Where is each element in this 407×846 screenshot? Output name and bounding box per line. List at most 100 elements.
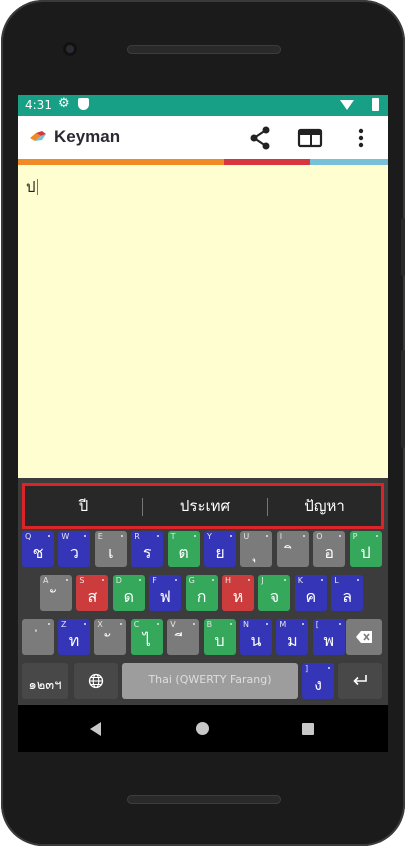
key-hint-label: M — [279, 620, 287, 629]
suggestion-3[interactable]: ปัญหา — [268, 486, 381, 526]
phone-frame: 4:31 ⚙ Keyman ป ปี ประเทศ ปัญหา Q ช W ว … — [1, 0, 405, 846]
keyman-keyboard: ปี ประเทศ ปัญหา QชWวEเRรTตYยUุIิOอPปAัSส… — [18, 478, 388, 705]
key-glyph: ี — [167, 629, 199, 654]
key-P[interactable]: Pป — [349, 531, 382, 567]
wifi-icon — [340, 100, 354, 110]
key-R[interactable]: Rร — [131, 531, 164, 567]
longpress-dot-icon — [328, 667, 330, 669]
space-bar[interactable]: Thai (QWERTY Farang) — [122, 663, 298, 699]
key-U[interactable]: Uุ — [240, 531, 273, 567]
key-W[interactable]: Wว — [58, 531, 91, 567]
key-O[interactable]: Oอ — [313, 531, 346, 567]
key-hint-label: O — [316, 532, 323, 541]
longpress-dot-icon — [138, 579, 141, 581]
key-C[interactable]: Cไ — [130, 619, 163, 655]
key-S[interactable]: Sส — [76, 575, 109, 611]
more-options-icon[interactable] — [347, 124, 375, 152]
power-button — [401, 218, 405, 276]
key-glyph: ั — [94, 629, 126, 654]
key-hint-label: Q — [25, 532, 32, 541]
key-Z[interactable]: Zท — [58, 619, 90, 655]
key-glyph: ล — [342, 587, 353, 606]
key-Q[interactable]: Qช — [22, 531, 54, 567]
app-title: Keyman — [54, 127, 121, 146]
key-E[interactable]: Eเ — [94, 531, 127, 567]
key-T[interactable]: Tต — [167, 531, 200, 567]
key-K[interactable]: Kค — [294, 575, 327, 611]
key-glyph: ป — [360, 543, 371, 562]
text-editor[interactable]: ป — [18, 165, 388, 478]
suggestion-2[interactable]: ประเทศ — [143, 486, 267, 526]
volume-button — [401, 350, 405, 448]
key-glyph: เ — [108, 543, 114, 562]
key-B[interactable]: Bบ — [203, 619, 236, 655]
longpress-dot-icon — [357, 579, 360, 581]
key-V[interactable]: Vี — [167, 619, 200, 655]
longpress-dot-icon — [48, 535, 50, 537]
key-glyph: ่ — [22, 629, 54, 654]
key-hint-label: T — [170, 532, 176, 541]
longpress-dot-icon — [375, 535, 378, 537]
key-hint-label: K — [297, 576, 304, 585]
longpress-dot-icon — [266, 535, 269, 537]
key-F[interactable]: Fฟ — [149, 575, 182, 611]
key-hint-label: [ — [315, 620, 319, 629]
backspace-key[interactable] — [346, 619, 382, 655]
key-hint-label: Z — [61, 620, 67, 629]
key-L[interactable]: Lล — [331, 575, 364, 611]
key-N[interactable]: Nน — [240, 619, 272, 655]
key-Y[interactable]: Yย — [204, 531, 236, 567]
longpress-dot-icon — [193, 535, 196, 537]
key-glyph: ั — [40, 585, 72, 610]
text-cursor — [36, 179, 38, 195]
home-icon[interactable] — [196, 722, 209, 735]
keyboard-window-icon[interactable] — [296, 124, 324, 152]
key-hint-label: J — [261, 576, 264, 585]
key-I[interactable]: Iิ — [276, 531, 309, 567]
key-J[interactable]: Jจ — [258, 575, 291, 611]
key-G[interactable]: Gก — [185, 575, 218, 611]
status-bar: 4:31 ⚙ — [18, 95, 388, 116]
suggestion-1[interactable]: ปี — [25, 486, 142, 526]
key-hint-label: X — [97, 620, 103, 629]
longpress-dot-icon — [157, 535, 160, 537]
longpress-dot-icon — [229, 623, 232, 625]
key-[[interactable]: [พ — [312, 619, 345, 655]
key-][interactable]: ] ง — [302, 663, 334, 699]
longpress-dot-icon — [193, 623, 196, 625]
share-icon[interactable] — [246, 124, 274, 152]
back-icon[interactable] — [90, 722, 101, 736]
globe-key[interactable] — [74, 663, 118, 699]
longpress-dot-icon — [84, 535, 87, 537]
longpress-dot-icon — [284, 579, 287, 581]
longpress-dot-icon — [338, 623, 341, 625]
key-hint-label: U — [243, 532, 250, 541]
key-hint-label: G — [188, 576, 195, 585]
front-camera — [63, 42, 77, 56]
key-A[interactable]: Aั — [40, 575, 72, 611]
key-glyph: ม — [287, 631, 298, 650]
key-hint-label: N — [243, 620, 249, 629]
navigation-bar — [18, 705, 388, 752]
enter-key[interactable] — [338, 663, 382, 699]
key-tone-mark[interactable]: ่ — [22, 619, 54, 655]
numbers-key[interactable]: ๑๒๓ฯ — [22, 663, 68, 699]
key-glyph: ห — [232, 587, 244, 606]
suggestion-bar: ปี ประเทศ ปัญหา — [22, 483, 384, 529]
enter-icon — [353, 675, 367, 686]
key-X[interactable]: Xั — [94, 619, 127, 655]
key-glyph: ิ — [277, 541, 309, 566]
key-glyph: ว — [69, 543, 79, 562]
key-hint-label: ] — [305, 664, 309, 673]
numbers-key-label: ๑๒๓ฯ — [28, 678, 62, 693]
key-M[interactable]: Mม — [276, 619, 309, 655]
longpress-dot-icon — [211, 579, 214, 581]
longpress-dot-icon — [248, 579, 250, 581]
key-glyph: ฟ — [159, 587, 171, 606]
key-glyph: อ — [324, 543, 334, 562]
longpress-dot-icon — [156, 623, 159, 625]
recent-apps-icon[interactable] — [302, 723, 314, 735]
key-glyph: ต — [178, 543, 189, 562]
key-H[interactable]: Hห — [222, 575, 254, 611]
key-D[interactable]: Dด — [112, 575, 145, 611]
